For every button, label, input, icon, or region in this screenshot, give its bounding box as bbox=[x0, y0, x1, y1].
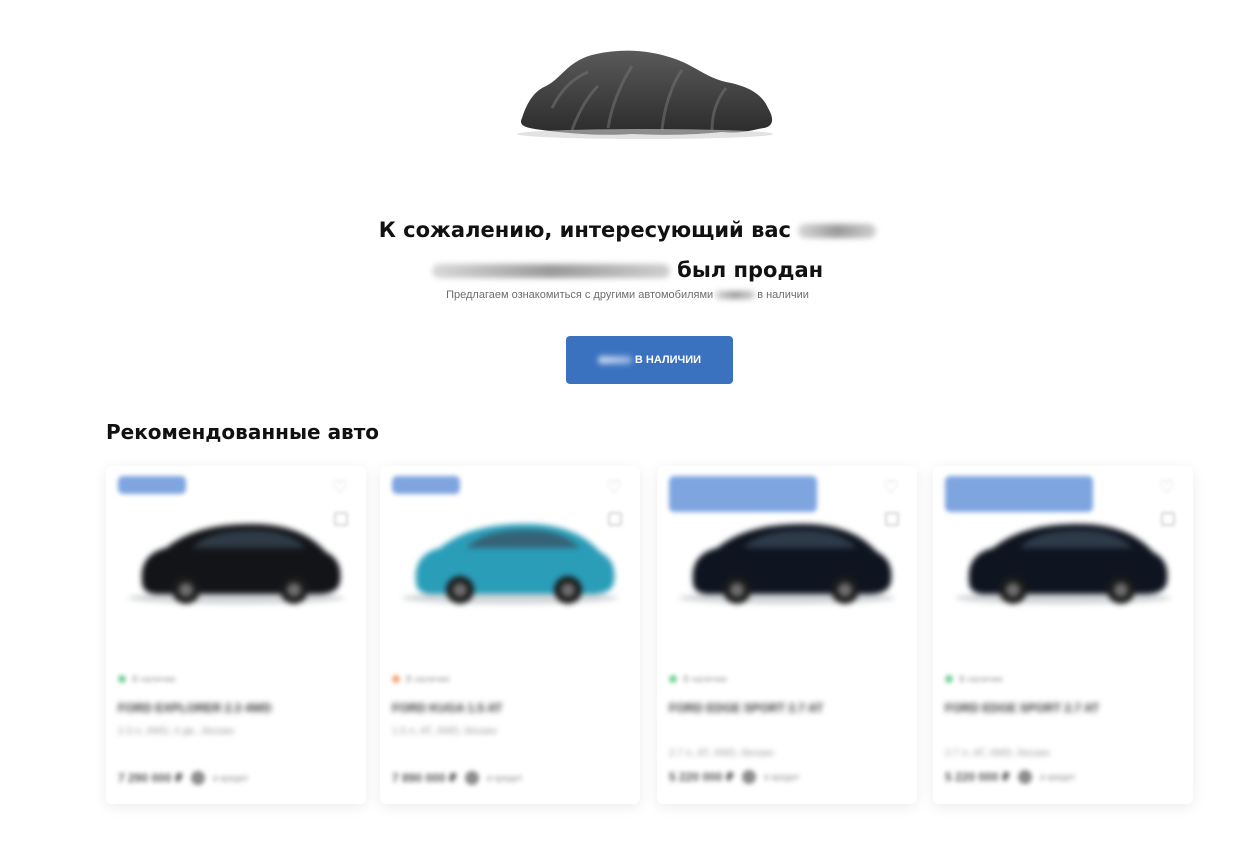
car-name[interactable]: FORD EDGE SPORT 2.7 AT bbox=[669, 696, 905, 720]
info-icon[interactable] bbox=[465, 771, 480, 785]
card-badge: В наличии bbox=[118, 476, 187, 494]
price-row: 7 890 000 ₽ в кредит bbox=[392, 771, 523, 785]
info-icon[interactable] bbox=[742, 770, 757, 784]
availability-status: В наличии bbox=[669, 674, 727, 684]
status-dot bbox=[945, 675, 953, 683]
heart-icon[interactable]: ♡ bbox=[1157, 478, 1177, 496]
car-card[interactable]: Специальное предложение ♡ В наличии FORD… bbox=[657, 466, 917, 804]
availability-status: В наличии bbox=[945, 674, 1003, 684]
info-icon[interactable] bbox=[1018, 770, 1033, 784]
price-row: 5 220 000 ₽ в кредит bbox=[669, 770, 800, 784]
credit-label: в кредит bbox=[213, 773, 249, 783]
car-name[interactable]: FORD KUGA 1.5 AT bbox=[392, 696, 628, 720]
status-dot bbox=[392, 675, 400, 683]
car-image bbox=[402, 524, 618, 604]
sold-message-title: К сожалению, интересующий вас был продан bbox=[0, 210, 1255, 290]
price-row: 5 220 000 ₽ в кредит bbox=[945, 770, 1076, 784]
covered-car-image bbox=[517, 50, 773, 139]
credit-label: в кредит bbox=[487, 773, 523, 783]
info-icon[interactable] bbox=[191, 771, 206, 785]
status-dot bbox=[118, 675, 126, 683]
car-price: 5 220 000 ₽ bbox=[945, 770, 1011, 784]
brand-name-blur bbox=[597, 356, 632, 364]
heart-icon[interactable]: ♡ bbox=[604, 478, 624, 496]
status-dot bbox=[669, 675, 677, 683]
car-image bbox=[128, 524, 344, 604]
car-name[interactable]: FORD EXPLORER 2.3 4WD bbox=[118, 696, 354, 720]
car-card[interactable]: В наличии ♡ В наличии FORD EXPLORER 2.3 … bbox=[106, 466, 366, 804]
credit-label: в кредит bbox=[1040, 772, 1076, 782]
car-specs: 2.7 л, AT, 4WD, бензин bbox=[945, 748, 1050, 759]
car-name[interactable]: FORD EDGE SPORT 2.7 AT bbox=[945, 696, 1181, 720]
car-card[interactable]: В наличии ♡ В наличии FORD KUGA 1.5 AT 1… bbox=[380, 466, 640, 804]
availability-status: В наличии bbox=[118, 674, 176, 684]
heart-icon[interactable]: ♡ bbox=[330, 478, 350, 496]
heart-icon[interactable]: ♡ bbox=[881, 478, 901, 496]
in-stock-button[interactable]: В НАЛИЧИИ bbox=[566, 336, 733, 384]
car-price: 5 220 000 ₽ bbox=[669, 770, 735, 784]
credit-label: в кредит bbox=[764, 772, 800, 782]
availability-status: В наличии bbox=[392, 674, 450, 684]
car-image bbox=[955, 524, 1171, 604]
car-specs: 2.7 л, AT, 4WD, бензин bbox=[669, 748, 774, 759]
car-price: 7 290 000 ₽ bbox=[118, 771, 184, 785]
price-row: 7 290 000 ₽ в кредит bbox=[118, 771, 249, 785]
car-card[interactable]: Специальное предложение ♡ В наличии FORD… bbox=[933, 466, 1193, 804]
car-specs: 1.5 л, AT, 4WD, бензин bbox=[392, 726, 497, 737]
recommended-title: Рекомендованные авто bbox=[106, 420, 380, 444]
sold-message-subtitle: Предлагаем ознакомиться с другими автомо… bbox=[446, 289, 809, 301]
car-image bbox=[679, 524, 895, 604]
car-price: 7 890 000 ₽ bbox=[392, 771, 458, 785]
car-specs: 2.3 л, 4WD, 4 дв., бензин bbox=[118, 726, 235, 737]
recommended-cards: В наличии ♡ В наличии FORD EXPLORER 2.3 … bbox=[106, 466, 1196, 806]
card-badge: В наличии bbox=[392, 476, 461, 494]
